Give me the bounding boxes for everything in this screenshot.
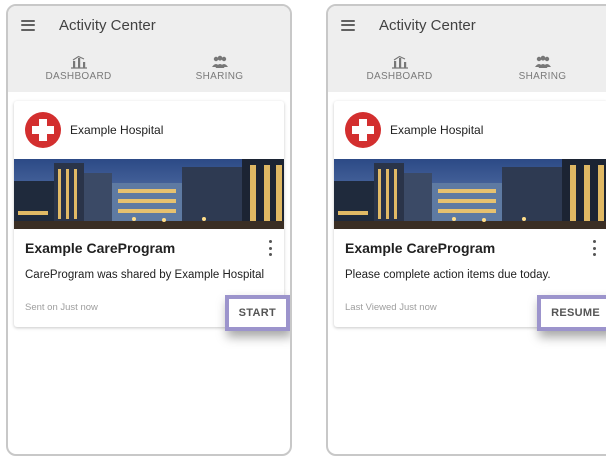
more-options-icon[interactable] bbox=[265, 240, 275, 256]
card-footer-timestamp: Last Viewed Just now bbox=[345, 302, 437, 313]
hospital-cross-logo-icon bbox=[345, 112, 381, 148]
menu-icon[interactable] bbox=[341, 19, 355, 31]
content-area: Example Hospital bbox=[8, 92, 290, 331]
tab-dashboard-label: DASHBOARD bbox=[45, 70, 112, 82]
program-title: Example CareProgram bbox=[345, 240, 496, 256]
tab-sharing[interactable]: SHARING bbox=[471, 44, 606, 92]
app-title: Activity Center bbox=[59, 16, 156, 34]
organization-name: Example Hospital bbox=[70, 123, 164, 137]
phone-screen-left: Activity Center DASHBOARD SHARING Exampl… bbox=[6, 4, 292, 456]
program-description: CareProgram was shared by Example Hospit… bbox=[25, 269, 265, 281]
tab-sharing-label: SHARING bbox=[195, 70, 244, 82]
more-options-icon[interactable] bbox=[589, 240, 599, 256]
hospital-banner-image bbox=[334, 159, 606, 229]
start-button[interactable]: START bbox=[224, 295, 290, 331]
tab-sharing-label: SHARING bbox=[518, 70, 567, 82]
card-header: Example Hospital bbox=[334, 101, 606, 159]
organization-name: Example Hospital bbox=[390, 123, 484, 137]
program-title-row: Example CareProgram bbox=[14, 229, 284, 256]
tab-sharing[interactable]: SHARING bbox=[149, 44, 290, 92]
people-icon bbox=[211, 55, 229, 69]
careprogram-card[interactable]: Example Hospital bbox=[334, 101, 606, 331]
menu-icon[interactable] bbox=[21, 19, 35, 31]
app-title: Activity Center bbox=[379, 16, 476, 34]
dashboard-icon bbox=[70, 55, 88, 69]
tab-bar: DASHBOARD SHARING bbox=[8, 44, 290, 92]
hospital-banner-image bbox=[14, 159, 284, 229]
tab-dashboard-label: DASHBOARD bbox=[366, 70, 433, 82]
resume-button[interactable]: RESUME bbox=[537, 295, 606, 331]
program-title: Example CareProgram bbox=[25, 240, 176, 256]
careprogram-card[interactable]: Example Hospital bbox=[14, 101, 290, 331]
phone-screen-right: Activity Center DASHBOARD SHARING Exampl… bbox=[326, 4, 606, 456]
tab-dashboard[interactable]: DASHBOARD bbox=[328, 44, 471, 92]
program-title-row: Example CareProgram bbox=[334, 229, 606, 256]
tab-bar: DASHBOARD SHARING bbox=[328, 44, 606, 92]
people-icon bbox=[534, 55, 552, 69]
program-description: Please complete action items due today. bbox=[345, 269, 551, 281]
dashboard-icon bbox=[391, 55, 409, 69]
hospital-cross-logo-icon bbox=[25, 112, 61, 148]
tab-dashboard[interactable]: DASHBOARD bbox=[8, 44, 149, 92]
app-bar: Activity Center bbox=[328, 6, 606, 44]
card-footer-timestamp: Sent on Just now bbox=[25, 302, 98, 313]
content-area: Example Hospital bbox=[328, 92, 606, 331]
app-bar: Activity Center bbox=[8, 6, 290, 44]
card-header: Example Hospital bbox=[14, 101, 284, 159]
